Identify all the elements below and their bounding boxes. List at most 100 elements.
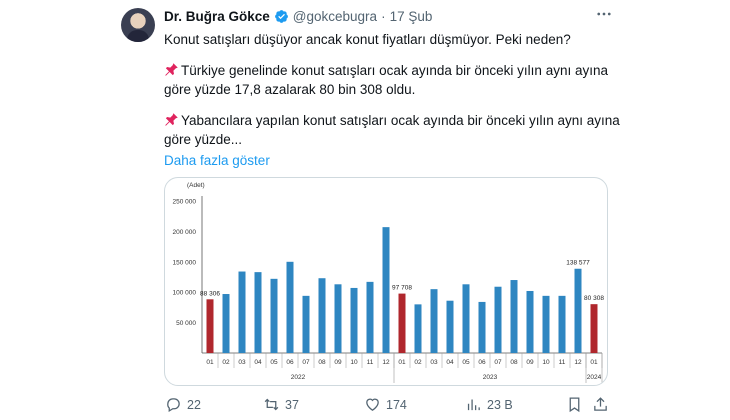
bar [366,281,374,353]
bar [286,261,294,353]
data-label: 138 577 [566,260,590,267]
share-icon [594,397,607,411]
tweet[interactable]: Dr. Buğra Gökce @gokcebugra · 17 Şub Kon… [0,0,730,420]
x-tick-label: 02 [222,359,230,366]
tweet-paragraph-2-line-1: Türkiye genelinde konut satışları ocak a… [164,61,608,80]
x-tick-label: 05 [270,359,278,366]
show-more-link[interactable]: Daha fazla göster [164,151,270,170]
bar [414,304,422,353]
reply-button[interactable]: 22 [165,396,201,413]
bar [206,299,214,353]
tweet-line-1: Konut satışları düşüyor ancak konut fiya… [164,32,571,47]
y-tick-label: 150 000 [173,259,197,266]
tweet-paragraph-2-line-2: göre yüzde 17,8 azalarak 80 bin 308 oldu… [164,82,416,97]
bar [270,278,278,353]
bar [574,268,582,353]
tweet-text-span: Türkiye genelinde konut satışları ocak a… [181,63,608,78]
x-tick-label: 07 [494,359,502,366]
bookmark-button[interactable] [566,396,588,413]
reply-icon [167,398,180,413]
author-name[interactable]: Dr. Buğra Gökce [164,9,270,24]
x-tick-label: 01 [206,359,214,366]
y-tick-label: 50 000 [176,320,196,327]
bar [430,289,438,353]
year-label: 2023 [483,374,498,381]
like-button[interactable]: 174 [364,396,407,413]
bar [238,271,246,353]
bar [478,301,486,353]
x-tick-label: 06 [478,359,486,366]
avatar[interactable] [121,8,155,42]
like-icon [366,398,379,411]
verified-icon [274,10,288,23]
x-tick-label: 03 [430,359,438,366]
x-tick-label: 11 [367,359,374,366]
chart-unit-label: (Adet) [187,182,205,189]
x-tick-label: 12 [382,359,390,366]
retweet-count: 37 [285,397,299,412]
more-icon[interactable] [595,5,613,28]
x-tick-label: 10 [542,359,550,366]
author-handle[interactable]: @gokcebugra [293,9,377,24]
bar [318,278,326,353]
x-tick-label: 11 [559,359,566,366]
x-tick-label: 10 [350,359,358,366]
year-label: 2024 [587,374,602,381]
bar [446,300,454,353]
x-tick-label: 12 [574,359,582,366]
chart-image[interactable]: (Adet) 50 000 100 000 150 000 200 000 250 000… [164,177,608,386]
retweet-button[interactable]: 37 [263,396,299,413]
like-count: 174 [386,397,407,412]
y-tick-label: 250 000 [173,199,197,206]
y-tick-label: 200 000 [173,229,197,236]
bar [398,293,406,353]
tweet-paragraph-3-line-1: Yabancılara yapılan konut satışları ocak… [164,111,620,130]
header-separator: · [381,9,386,24]
x-tick-label: 07 [302,359,310,366]
tweet-paragraph-3-line-2: göre yüzde... [164,132,243,147]
bar [254,272,262,353]
data-label: 80 308 [584,295,604,302]
bar [382,227,390,353]
x-tick-label: 09 [334,359,342,366]
bar [462,284,470,353]
x-tick-label: 09 [526,359,534,366]
bar [510,280,518,353]
bookmark-icon [569,397,580,413]
x-tick-label: 05 [462,359,470,366]
retweet-icon [264,398,279,411]
share-button[interactable] [592,396,614,413]
bar [222,294,230,353]
x-tick-label: 01 [398,359,406,366]
bar [526,290,534,353]
x-tick-label: 02 [414,359,422,366]
bar [334,284,342,353]
data-label: 97 708 [392,285,412,292]
views-icon [467,399,480,411]
tweet-header: Dr. Buğra Gökce @gokcebugra · 17 Şub [164,9,432,24]
views-count: 23 B [487,397,513,412]
x-tick-label: 04 [446,359,454,366]
x-tick-label: 01 [590,359,598,366]
year-label: 2022 [291,374,306,381]
bar [350,287,358,353]
x-tick-label: 03 [238,359,246,366]
bar [494,286,502,353]
x-tick-label: 08 [510,359,518,366]
tweet-date[interactable]: 17 Şub [390,9,433,24]
bar-chart: (Adet) 50 000 100 000 150 000 200 000 250 000… [173,182,604,383]
views-button[interactable]: 23 B [465,396,513,413]
x-tick-label: 04 [254,359,262,366]
pin-icon [165,113,178,126]
bar [590,304,598,353]
action-bar: 22 37 174 23 B [0,396,730,420]
bar [542,295,550,353]
data-label: 88 306 [200,290,220,297]
tweet-text-span: Yabancılara yapılan konut satışları ocak… [181,113,620,128]
reply-count: 22 [187,397,201,412]
bar [302,295,310,353]
pin-icon [165,63,178,76]
x-tick-label: 08 [318,359,326,366]
x-tick-label: 06 [286,359,294,366]
bar [558,295,566,353]
